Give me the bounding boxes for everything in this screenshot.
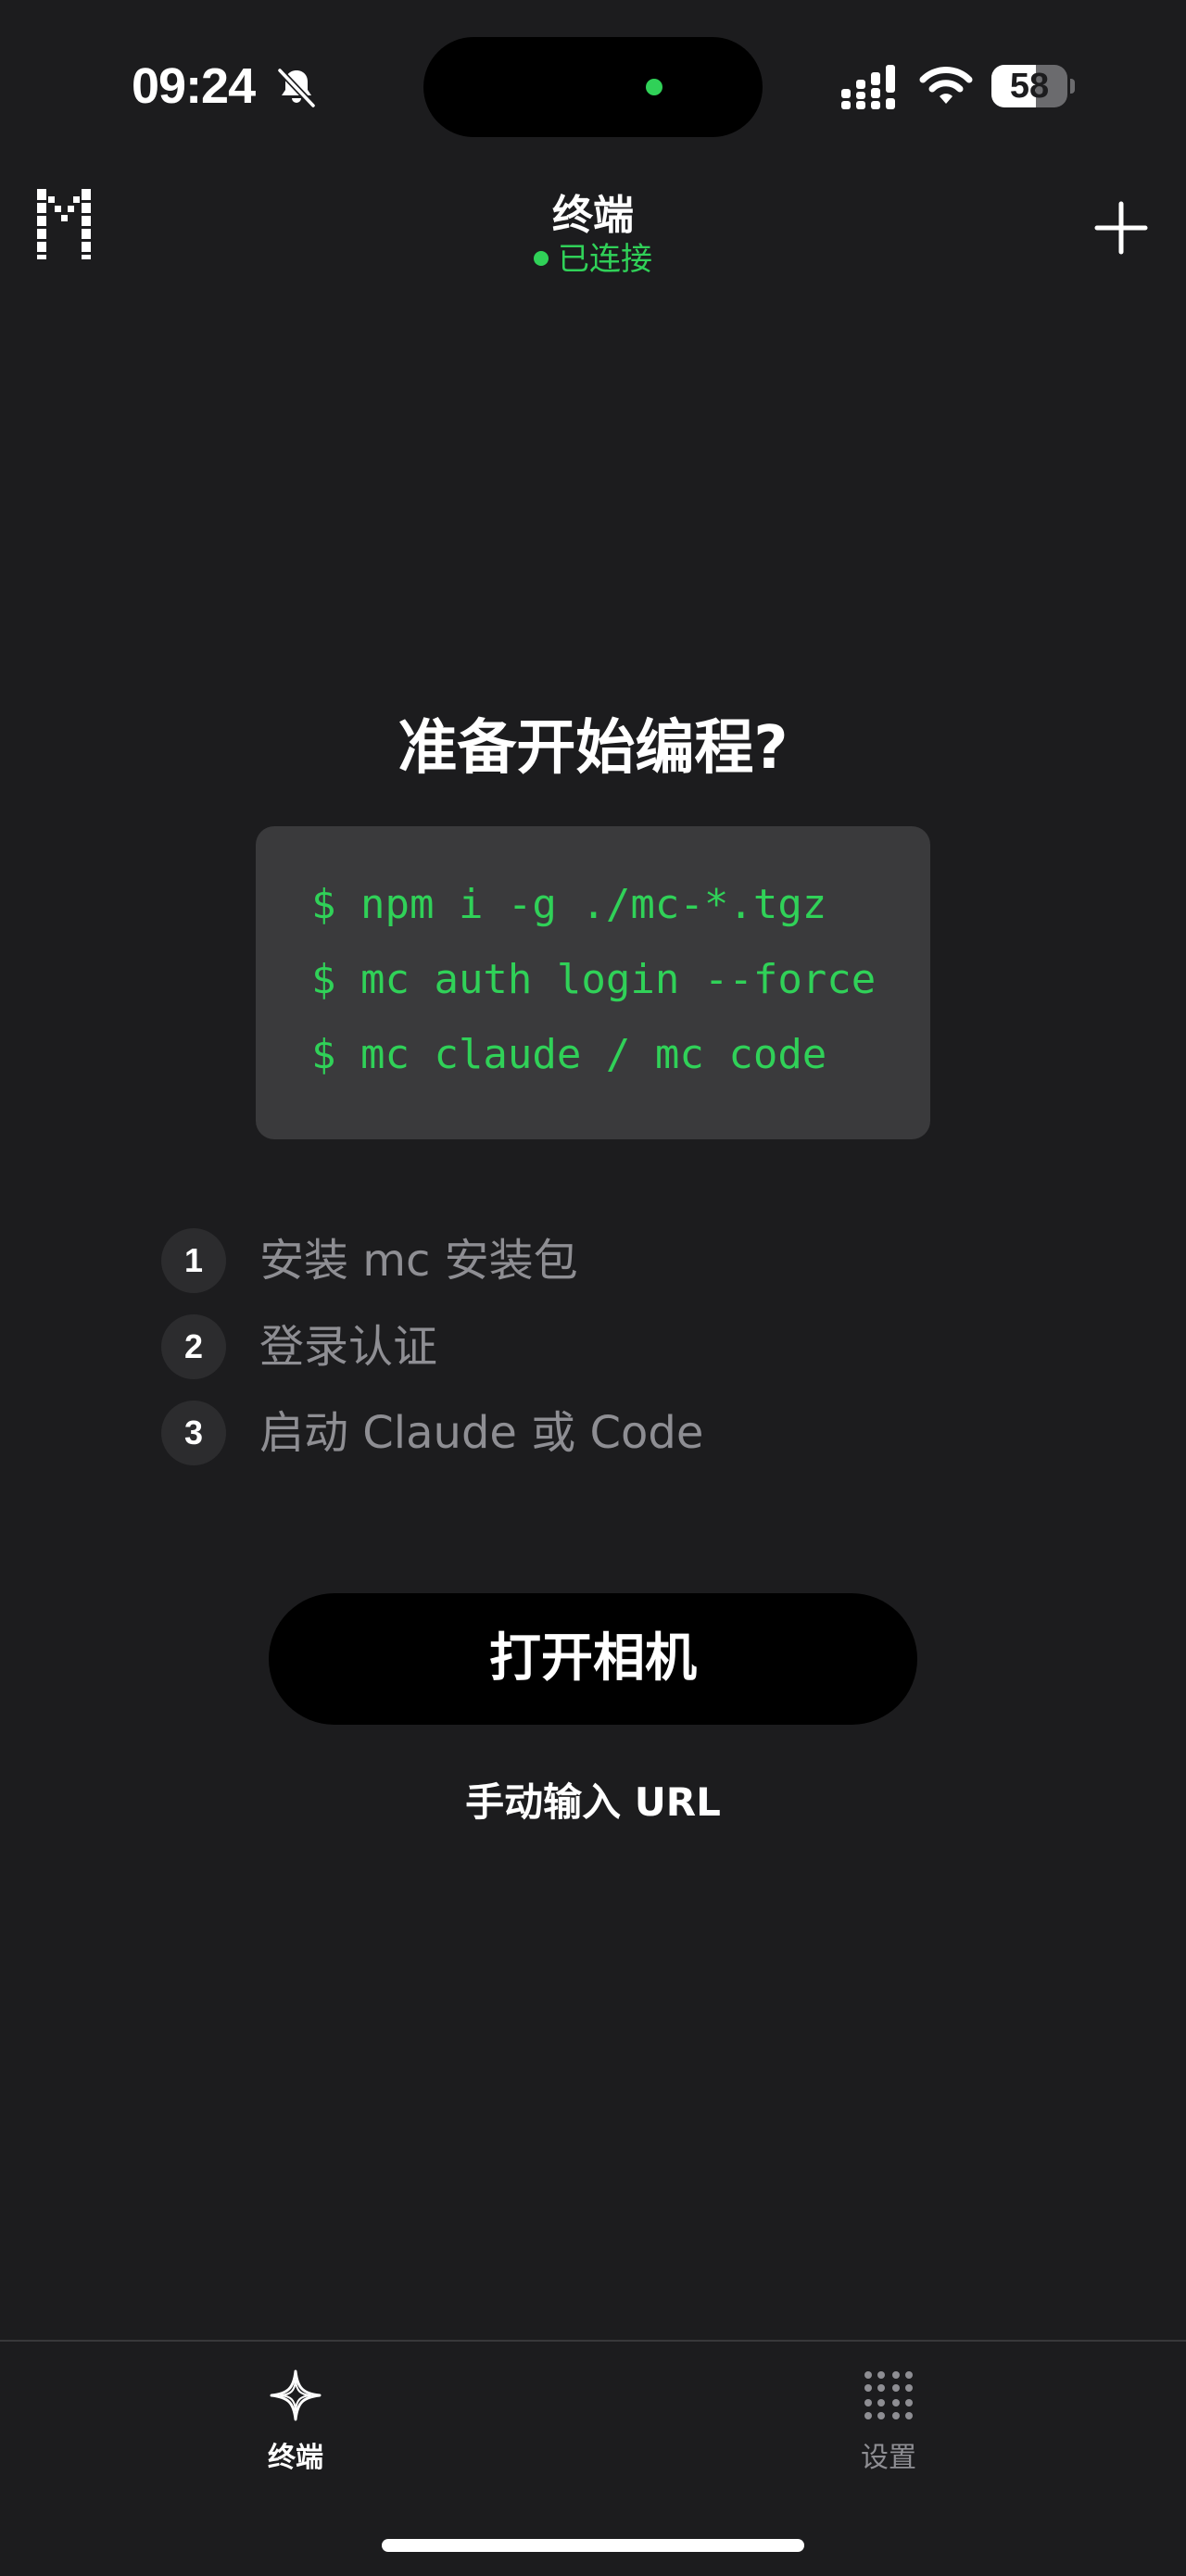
connection-status-label: 已连接: [558, 241, 652, 278]
step-item: 3 启动 Claude 或 Code: [161, 1395, 995, 1481]
home-indicator: [382, 2539, 804, 2552]
tab-label: 终端: [268, 2442, 323, 2474]
status-dot-icon: [534, 251, 549, 266]
camera-indicator-dot: [646, 79, 662, 95]
open-camera-button[interactable]: 打开相机: [269, 1593, 917, 1725]
dynamic-island: [423, 37, 763, 137]
tab-terminal[interactable]: 终端: [203, 2368, 388, 2507]
dots-grid-icon: [864, 2371, 913, 2419]
manual-url-link[interactable]: 手动输入 URL: [0, 1771, 1186, 1828]
battery-icon: 58: [991, 65, 1075, 107]
tab-settings[interactable]: 设置: [796, 2368, 981, 2507]
connection-status: 已连接: [0, 233, 1186, 279]
page-title: 终端: [552, 192, 634, 239]
step-number: 2: [161, 1314, 226, 1379]
setup-steps: 1 安装 mc 安装包 2 登录认证 3 启动 Claude 或 Code: [161, 1223, 995, 1481]
battery-level: 58: [1009, 67, 1050, 106]
step-label: 启动 Claude 或 Code: [259, 1407, 704, 1459]
status-time: 09:24: [132, 58, 256, 114]
step-label: 登录认证: [259, 1321, 438, 1373]
terminal-screen: 09:24 58 终端 已连接 准备开始编程? $ npm i -g ./mc-…: [0, 0, 1186, 2576]
code-line: $ mc auth login --force: [311, 956, 877, 1003]
code-block: $ npm i -g ./mc-*.tgz $ mc auth login --…: [256, 826, 930, 1139]
sparkle-icon: [270, 2369, 322, 2421]
step-number: 3: [161, 1401, 226, 1465]
nav-header: 终端 已连接: [0, 176, 1186, 287]
step-item: 1 安装 mc 安装包: [161, 1223, 995, 1309]
step-item: 2 登录认证: [161, 1309, 995, 1395]
wifi-icon: [919, 67, 973, 104]
hero-title: 准备开始编程?: [397, 714, 789, 783]
step-label: 安装 mc 安装包: [259, 1235, 578, 1287]
step-number: 1: [161, 1228, 226, 1293]
code-line: $ npm i -g ./mc-*.tgz: [311, 881, 827, 928]
code-line: $ mc claude / mc code: [311, 1031, 827, 1078]
plus-icon[interactable]: [1093, 200, 1149, 256]
status-bar: 09:24 58: [0, 0, 1186, 167]
tab-label: 设置: [861, 2442, 916, 2474]
bell-slash-icon: [277, 68, 316, 108]
cellular-signal-icon: [841, 65, 895, 109]
